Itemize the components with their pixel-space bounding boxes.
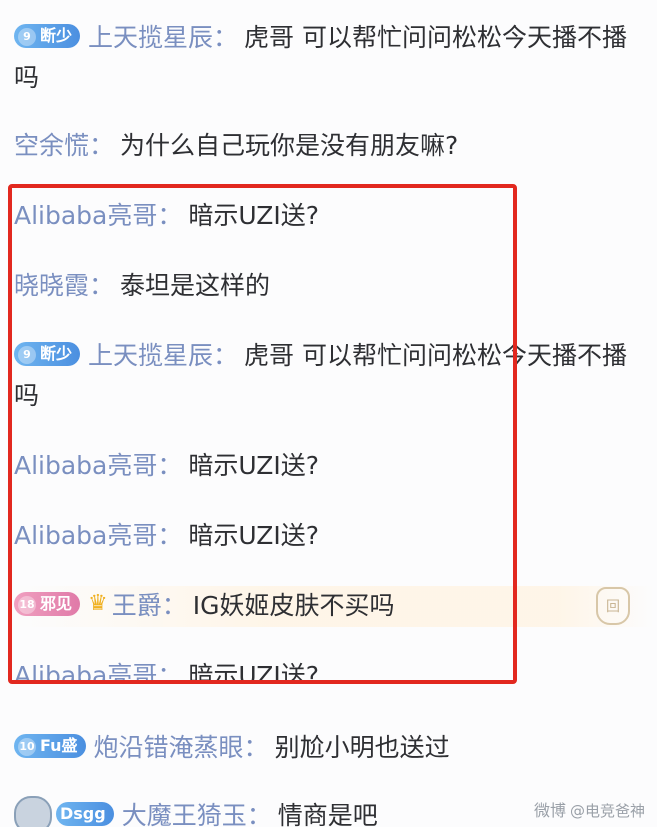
badge-name: Dsgg [60, 804, 106, 823]
fan-badge[interactable]: 9 断少 [14, 342, 81, 366]
message-text: 暗示UZI送? [188, 521, 320, 550]
chat-message: 9 断少 上天揽星辰： 虎哥 可以帮忙问问松松今天播不播吗 [14, 336, 639, 416]
fan-badge[interactable]: 10 Fu盛 [14, 734, 86, 758]
chat-message: 10 Fu盛 炮沿错淹蒸眼： 别尬小明也送过 [14, 728, 639, 768]
chat-message: Alibaba亮哥： 暗示UZI送? [14, 656, 639, 680]
avatar[interactable] [14, 796, 52, 827]
chat-message: Alibaba亮哥： 暗示UZI送? [14, 516, 639, 556]
fan-badge[interactable]: Dsgg [56, 802, 114, 826]
badge-name: 断少 [40, 344, 73, 363]
separator: ： [213, 341, 239, 370]
message-text: 情商是吧 [277, 801, 378, 827]
crown-icon: ♛ [88, 591, 108, 616]
message-text: 暗示UZI送? [188, 451, 320, 480]
username[interactable]: 大魔王猗玉 [122, 801, 247, 827]
fan-badge[interactable]: 18 邪见 [14, 592, 81, 616]
message-text: IG妖姬皮肤不买吗 [192, 591, 395, 620]
badge-level: 18 [18, 596, 36, 614]
username[interactable]: 晓晓霞 [14, 271, 89, 300]
username[interactable]: 上天揽星辰 [88, 341, 213, 370]
badge-level: 9 [18, 28, 36, 46]
chat-message: Alibaba亮哥： 暗示UZI送? [14, 196, 639, 236]
username[interactable]: Alibaba亮哥 [14, 521, 157, 550]
badge-level: 9 [18, 346, 36, 364]
chat-message: 晓晓霞： 泰坦是这样的 [14, 266, 639, 306]
chat-message: 空余慌： 为什么自己玩你是没有朋友嘛? [14, 126, 639, 166]
username[interactable]: 炮沿错淹蒸眼 [94, 733, 244, 762]
message-text: 为什么自己玩你是没有朋友嘛? [120, 131, 459, 160]
message-text: 泰坦是这样的 [120, 271, 271, 300]
separator: ： [89, 131, 115, 160]
separator: ： [213, 23, 239, 52]
separator: ： [243, 733, 269, 762]
shield-icon-label: 回 [606, 599, 620, 615]
separator: ： [161, 591, 187, 620]
chat-panel: 9 断少 上天揽星辰： 虎哥 可以帮忙问问松松今天播不播吗 空余慌： 为什么自己玩你是没… [0, 0, 657, 827]
message-text: 暗示UZI送? [188, 661, 320, 680]
fan-badge[interactable]: 9 断少 [14, 24, 81, 48]
separator: ： [246, 801, 272, 827]
badge-level: 10 [18, 738, 36, 756]
username[interactable]: 上天揽星辰 [88, 23, 213, 52]
badge-name: 邪见 [40, 594, 73, 613]
separator: ： [157, 661, 183, 680]
chat-message: 9 断少 上天揽星辰： 虎哥 可以帮忙问问松松今天播不播吗 [14, 18, 639, 98]
separator: ： [157, 521, 183, 550]
separator: ： [157, 201, 183, 230]
watermark: 微博 @电竞爸神 [534, 797, 645, 821]
separator: ： [89, 271, 115, 300]
watermark-text: @电竞爸神 [569, 802, 645, 820]
chat-message-highlighted: 18 邪见 ♛ 王爵： IG妖姬皮肤不买吗 [12, 586, 654, 627]
username[interactable]: Alibaba亮哥 [14, 661, 157, 680]
username[interactable]: Alibaba亮哥 [14, 201, 157, 230]
username[interactable]: Alibaba亮哥 [14, 451, 157, 480]
separator: ： [157, 451, 183, 480]
badge-name: Fu盛 [40, 736, 78, 755]
username[interactable]: 空余慌 [14, 131, 89, 160]
username[interactable]: 王爵 [112, 591, 162, 620]
chat-message: Alibaba亮哥： 暗示UZI送? [14, 446, 639, 486]
noble-shield-icon[interactable]: 回 [596, 587, 630, 625]
message-text: 暗示UZI送? [188, 201, 320, 230]
badge-name: 断少 [40, 26, 73, 45]
message-text: 别尬小明也送过 [274, 733, 450, 762]
weibo-logo-icon: 微博 [533, 801, 566, 820]
